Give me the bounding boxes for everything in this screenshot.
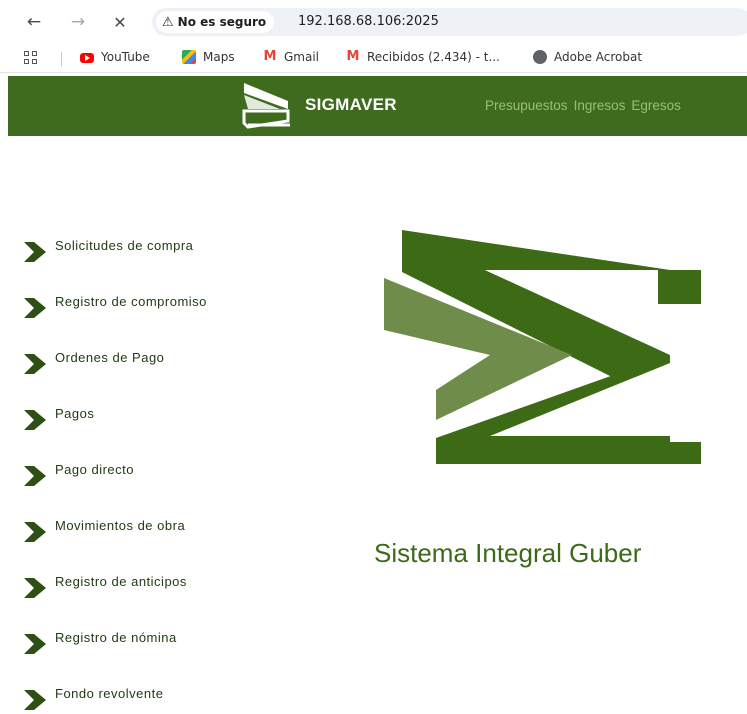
youtube-icon — [80, 53, 94, 63]
chevron-right-icon — [24, 410, 46, 430]
sigma-logo-large-icon — [380, 230, 710, 475]
back-arrow-icon[interactable]: ← — [22, 10, 46, 34]
bookmark-label: YouTube — [101, 50, 150, 64]
bookmarks-bar: YouTube Maps M Gmail M Recibidos (2.434)… — [0, 44, 747, 73]
sidebar-item-label: Solicitudes de compra — [55, 238, 194, 253]
security-label: No es seguro — [177, 15, 267, 29]
sidebar-item-label: Movimientos de obra — [55, 518, 186, 533]
forward-arrow-icon[interactable]: → — [66, 10, 90, 34]
nav-ingresos[interactable]: Ingresos — [574, 98, 626, 113]
brand-name[interactable]: SIGMAVER — [305, 95, 397, 115]
bookmarks-divider — [61, 52, 62, 66]
chevron-right-icon — [24, 634, 46, 654]
chevron-right-icon — [24, 466, 46, 486]
address-bar[interactable]: ⚠ No es seguro 192.168.68.106:2025 — [152, 8, 747, 36]
sidebar-item-solicitudes-de-compra[interactable]: Solicitudes de compra — [22, 236, 262, 266]
browser-toolbar: ← → ✕ ⚠ No es seguro 192.168.68.106:2025 — [0, 0, 747, 44]
sigma-logo-icon[interactable] — [240, 81, 298, 134]
sidebar-item-fondo-revolvente[interactable]: Fondo revolvente — [22, 684, 262, 714]
sidebar-item-label: Pagos — [55, 406, 95, 421]
bookmark-label: Maps — [203, 50, 235, 64]
sidebar-item-registro-de-compromiso[interactable]: Registro de compromiso — [22, 292, 262, 322]
gmail-icon: M — [346, 49, 360, 64]
bookmark-youtube[interactable]: YouTube — [80, 50, 150, 64]
bookmark-gmail[interactable]: M Gmail — [263, 49, 320, 65]
bookmark-label: Adobe Acrobat — [554, 50, 643, 64]
chevron-right-icon — [24, 522, 46, 542]
site-header: SIGMAVER Presupuestos Ingresos Egresos — [8, 76, 747, 136]
stop-loading-icon[interactable]: ✕ — [108, 10, 132, 34]
maps-icon — [182, 50, 196, 64]
nav-presupuestos[interactable]: Presupuestos — [485, 98, 568, 113]
bookmark-maps[interactable]: Maps — [182, 50, 235, 64]
acrobat-icon — [533, 50, 547, 64]
chevron-right-icon — [24, 242, 46, 262]
sidebar-item-label: Registro de anticipos — [55, 574, 187, 589]
sidebar-item-movimientos-de-obra[interactable]: Movimientos de obra — [22, 516, 262, 546]
chevron-right-icon — [24, 690, 46, 710]
sidebar-item-label: Registro de compromiso — [55, 294, 207, 309]
sidebar-item-registro-de-nomina[interactable]: Registro de nómina — [22, 628, 262, 658]
sidebar-item-label: Ordenes de Pago — [55, 350, 165, 365]
security-chip[interactable]: ⚠ No es seguro — [156, 11, 275, 33]
bookmark-label: Recibidos (2.434) - t... — [367, 50, 500, 64]
warning-icon: ⚠ — [162, 14, 174, 30]
sidebar-item-registro-de-anticipos[interactable]: Registro de anticipos — [22, 572, 262, 602]
top-navigation: Presupuestos Ingresos Egresos — [485, 98, 681, 113]
nav-egresos[interactable]: Egresos — [631, 98, 681, 113]
bookmark-recibidos[interactable]: M Recibidos (2.434) - t... — [346, 49, 500, 65]
chevron-right-icon — [24, 354, 46, 374]
chevron-right-icon — [24, 298, 46, 318]
sidebar-item-ordenes-de-pago[interactable]: Ordenes de Pago — [22, 348, 262, 378]
system-tagline: Sistema Integral Guber — [374, 538, 642, 568]
chevron-right-icon — [24, 578, 46, 598]
gmail-icon: M — [263, 49, 277, 64]
url-text[interactable]: 192.168.68.106:2025 — [298, 14, 439, 29]
sidebar-item-label: Pago directo — [55, 462, 134, 477]
sidebar-item-label: Fondo revolvente — [55, 686, 164, 701]
bookmark-label: Gmail — [284, 50, 320, 64]
sidebar-item-label: Registro de nómina — [55, 630, 177, 645]
sidebar-item-pago-directo[interactable]: Pago directo — [22, 460, 262, 490]
bookmark-adobe-acrobat[interactable]: Adobe Acrobat — [533, 50, 642, 64]
sidebar-item-pagos[interactable]: Pagos — [22, 404, 262, 434]
apps-grid-icon[interactable] — [24, 51, 38, 65]
